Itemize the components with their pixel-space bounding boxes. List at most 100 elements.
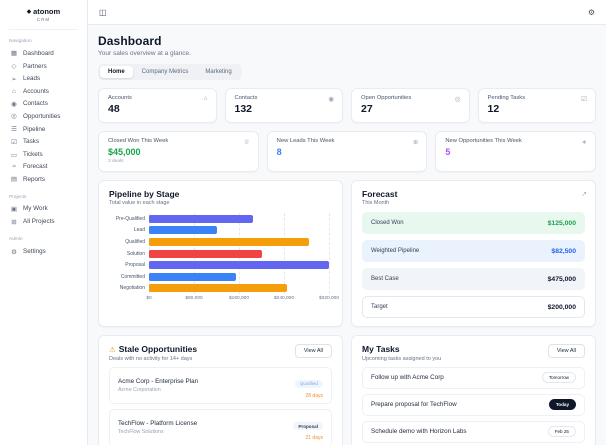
task-due-badge: Feb 25 [547, 426, 576, 437]
chart-row: Proposal [109, 259, 332, 271]
kpi-label: Open Opportunities [361, 95, 412, 101]
dashboard-tabs: Home Company Metrics Marketing [98, 64, 242, 80]
task-item-schedule-demo[interactable]: Schedule demo with Horizon Labs Feb 25 [362, 420, 585, 443]
tab-marketing[interactable]: Marketing [197, 66, 239, 78]
sidebar-item-label: Tasks [23, 138, 40, 146]
chart-category-label: Pre-Qualified [115, 215, 145, 222]
forecast-label: Target [371, 304, 388, 310]
kpi-label: Contacts [234, 95, 258, 101]
sidebar: ◆ atonom CRM Navigation ▦ Dashboard ◇ Pa… [0, 0, 88, 445]
sidebar-item-opportunities[interactable]: ◎ Opportunities [9, 110, 78, 123]
chart-row: Pre-Qualified [109, 213, 332, 225]
chart-category-label: Solution [126, 250, 145, 257]
new-leads-card: New Leads This Week 8 ⊕ [266, 131, 428, 172]
week-sub: 3 deals [108, 158, 124, 164]
pipeline-bar-chart: Pre-Qualified Lead Qualified Solution Propos… [109, 213, 339, 303]
chart-x-tick: $320,000 [318, 296, 340, 302]
warning-icon: ⚠ [109, 344, 116, 354]
sidebar-item-dashboard[interactable]: ▦ Dashboard [9, 47, 78, 60]
sidebar-item-settings[interactable]: ⚙ Settings [9, 245, 78, 258]
bottom-row: ⚠ Stale Opportunities Deals with no acti… [98, 335, 596, 445]
week-label: Closed Won This Week [108, 138, 169, 144]
stale-title: Stale Opportunities [118, 344, 198, 354]
task-title: Follow up with Acme Corp [371, 374, 444, 381]
my-work-icon: ▣ [10, 205, 18, 213]
chart-rows: Pre-Qualified Lead Qualified Solution Propos… [109, 213, 332, 294]
week-label: New Leads This Week [276, 138, 335, 144]
chart-category-label: Committed [120, 273, 145, 280]
sidebar-item-accounts[interactable]: ⌂ Accounts [9, 85, 78, 97]
opportunity-title: Acme Corp - Enterprise Plan [118, 377, 199, 385]
sidebar-item-label: Tickets [23, 151, 43, 159]
sidebar-item-tickets[interactable]: ▭ Tickets [9, 148, 78, 161]
nav-section-label: Admin [9, 237, 23, 243]
sidebar-item-partners[interactable]: ◇ Partners [9, 60, 78, 73]
tab-company-metrics[interactable]: Company Metrics [134, 66, 197, 78]
sidebar-item-my-work[interactable]: ▣ My Work [9, 203, 78, 216]
stale-view-all-button[interactable]: View All [294, 344, 332, 358]
sidebar-item-forecast[interactable]: ≈ Forecast [9, 161, 78, 173]
nav-section-label: Navigation [9, 39, 32, 44]
user-plus-icon: ⊕ [412, 139, 419, 146]
forecast-row-weighted-pipeline: Weighted Pipeline $82,500 [362, 240, 585, 262]
sidebar-item-tasks[interactable]: ☑ Tasks [9, 135, 78, 148]
page-title: Dashboard [98, 34, 162, 48]
tasks-subtitle: Upcoming tasks assigned to you [362, 355, 442, 362]
week-value: 5 [445, 146, 451, 157]
sidebar-item-label: All Projects [23, 218, 55, 226]
sidebar-item-label: Forecast [23, 163, 48, 171]
tasks-view-all-button[interactable]: View All [547, 344, 585, 358]
sidebar-item-leads[interactable]: ➢ Leads [9, 73, 78, 86]
opportunity-title: TechFlow - Platform License [118, 420, 198, 428]
all-projects-icon: ⊞ [11, 218, 17, 226]
dashboard-content: Dashboard Your sales overview at a glanc… [88, 25, 606, 445]
task-title: Schedule demo with Horizon Labs [371, 428, 467, 435]
week-value: $45,000 [108, 146, 141, 157]
my-tasks-card: My Tasks Upcoming tasks assigned to you … [351, 335, 596, 445]
new-opportunities-card: New Opportunities This Week 5 ∗ [435, 131, 596, 172]
task-item-prepare-proposal[interactable]: Prepare proposal for TechFlow Today [362, 393, 585, 416]
settings-icon: ⚙ [11, 248, 17, 256]
task-item-follow-up[interactable]: Follow up with Acme Corp Tomorrow [362, 366, 585, 389]
charts-row: Pipeline by Stage Total value in each st… [98, 179, 596, 327]
kpi-row: Accounts 48 ⌂ Contacts 132 ◉ Open Opport… [98, 88, 596, 123]
building-icon: ⌂ [203, 95, 208, 102]
chart-bar [149, 249, 262, 258]
tasks-title: My Tasks [362, 344, 400, 354]
chart-category-label: Lead [133, 227, 145, 234]
stale-item-acme[interactable]: Acme Corp - Enterprise Plan Acme Corpora… [109, 366, 332, 404]
chart-x-axis: $0 $80,000 $160,000 $240,000 $320,000 [146, 294, 339, 303]
chart-x-tick: $240,000 [273, 296, 295, 302]
brand-logo: ◆ atonom CRM [9, 7, 78, 30]
kpi-card-contacts: Contacts 132 ◉ [224, 88, 343, 123]
chart-row: Solution [109, 248, 332, 260]
stale-days: 28 days [305, 392, 323, 399]
sidebar-item-all-projects[interactable]: ⊞ All Projects [9, 215, 78, 228]
panel-toggle-icon[interactable]: ◫ [99, 8, 107, 17]
forecast-label: Weighted Pipeline [371, 248, 420, 254]
opportunities-icon: ◎ [11, 113, 17, 121]
sidebar-item-pipeline[interactable]: ☰ Pipeline [9, 123, 78, 136]
sidebar-item-label: My Work [23, 205, 48, 213]
stale-opportunities-card: ⚠ Stale Opportunities Deals with no acti… [98, 335, 343, 445]
kpi-card-open-opportunities: Open Opportunities 27 ◎ [351, 88, 470, 123]
main-area: ◫ ⚙ Dashboard Your sales overview at a g… [88, 0, 606, 445]
tab-home[interactable]: Home [100, 66, 133, 78]
forecast-label: Closed Won [371, 220, 404, 226]
stale-item-techflow[interactable]: TechFlow - Platform License TechFlow Sol… [109, 409, 332, 445]
kpi-value: 12 [487, 103, 500, 115]
task-due-badge: Tomorrow [541, 372, 576, 383]
chart-subtitle: Total value in each stage [109, 200, 170, 206]
tasks-icon: ☑ [11, 138, 17, 146]
trend-up-icon: ↗ [581, 190, 587, 198]
tickets-icon: ▭ [10, 151, 18, 159]
partners-icon: ◇ [11, 63, 17, 71]
kpi-card-pending-tasks: Pending Tasks 12 ☑ [477, 88, 596, 123]
sidebar-item-reports[interactable]: ▤ Reports [9, 173, 78, 186]
sidebar-item-contacts[interactable]: ◉ Contacts [9, 97, 78, 110]
sidebar-item-label: Pipeline [23, 125, 46, 133]
forecast-row-closed-won: Closed Won $125,000 [362, 212, 585, 234]
sidebar-item-label: Opportunities [23, 112, 61, 120]
gear-icon[interactable]: ⚙ [588, 8, 595, 17]
chart-bar [149, 237, 310, 246]
